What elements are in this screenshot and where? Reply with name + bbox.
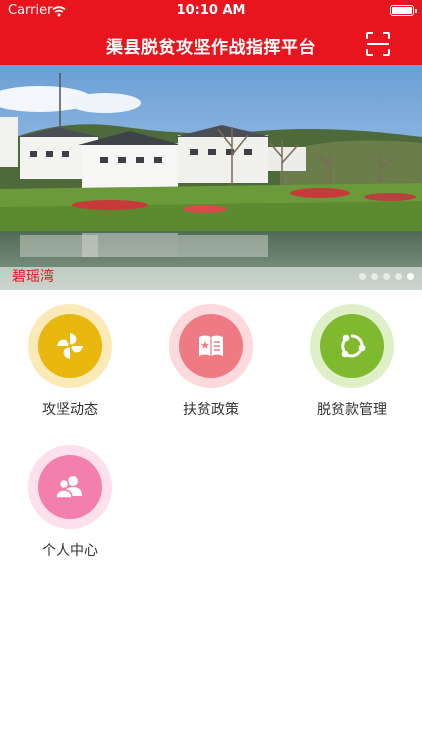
page-title: 渠县脱贫攻坚作战指挥平台 xyxy=(106,38,316,58)
scan-icon[interactable] xyxy=(365,31,391,57)
menu-item-label: 攻坚动态 xyxy=(42,402,98,418)
menu-item-label: 扶贫政策 xyxy=(183,402,239,418)
menu-item-fund-management[interactable]: 脱贫款管理 xyxy=(287,304,417,419)
icon-ring xyxy=(169,304,253,388)
carousel-dot[interactable] xyxy=(407,273,414,280)
users-icon xyxy=(38,455,102,519)
menu-item-label: 个人中心 xyxy=(42,543,98,559)
top-bar: Carrier 10:10 AM 渠县脱贫攻坚作战指挥平台 xyxy=(0,0,422,65)
clock: 10:10 AM xyxy=(176,3,246,18)
policy-book-icon xyxy=(179,314,243,378)
banner-caption: 碧瑶湾 xyxy=(12,269,54,285)
feature-grid: 攻坚动态 扶贫政策 脱贫款管理 个人中心 xyxy=(0,290,422,750)
pinwheel-icon xyxy=(38,314,102,378)
icon-ring xyxy=(28,445,112,529)
menu-item-policy[interactable]: 扶贫政策 xyxy=(146,304,276,419)
carousel-indicator xyxy=(359,273,414,280)
menu-item-label: 脱贫款管理 xyxy=(317,402,387,418)
banner-carousel[interactable]: 碧瑶湾 xyxy=(0,65,422,290)
carousel-dot[interactable] xyxy=(395,273,402,280)
fund-cycle-icon xyxy=(320,314,384,378)
carousel-dot[interactable] xyxy=(359,273,366,280)
menu-item-news[interactable]: 攻坚动态 xyxy=(5,304,135,419)
icon-ring xyxy=(310,304,394,388)
status-bar: Carrier 10:10 AM xyxy=(0,0,422,22)
carousel-dot[interactable] xyxy=(383,273,390,280)
carousel-dot[interactable] xyxy=(371,273,378,280)
menu-item-personal-center[interactable]: 个人中心 xyxy=(5,445,135,560)
battery-icon xyxy=(390,5,417,16)
icon-ring xyxy=(28,304,112,388)
banner-image xyxy=(0,65,422,290)
